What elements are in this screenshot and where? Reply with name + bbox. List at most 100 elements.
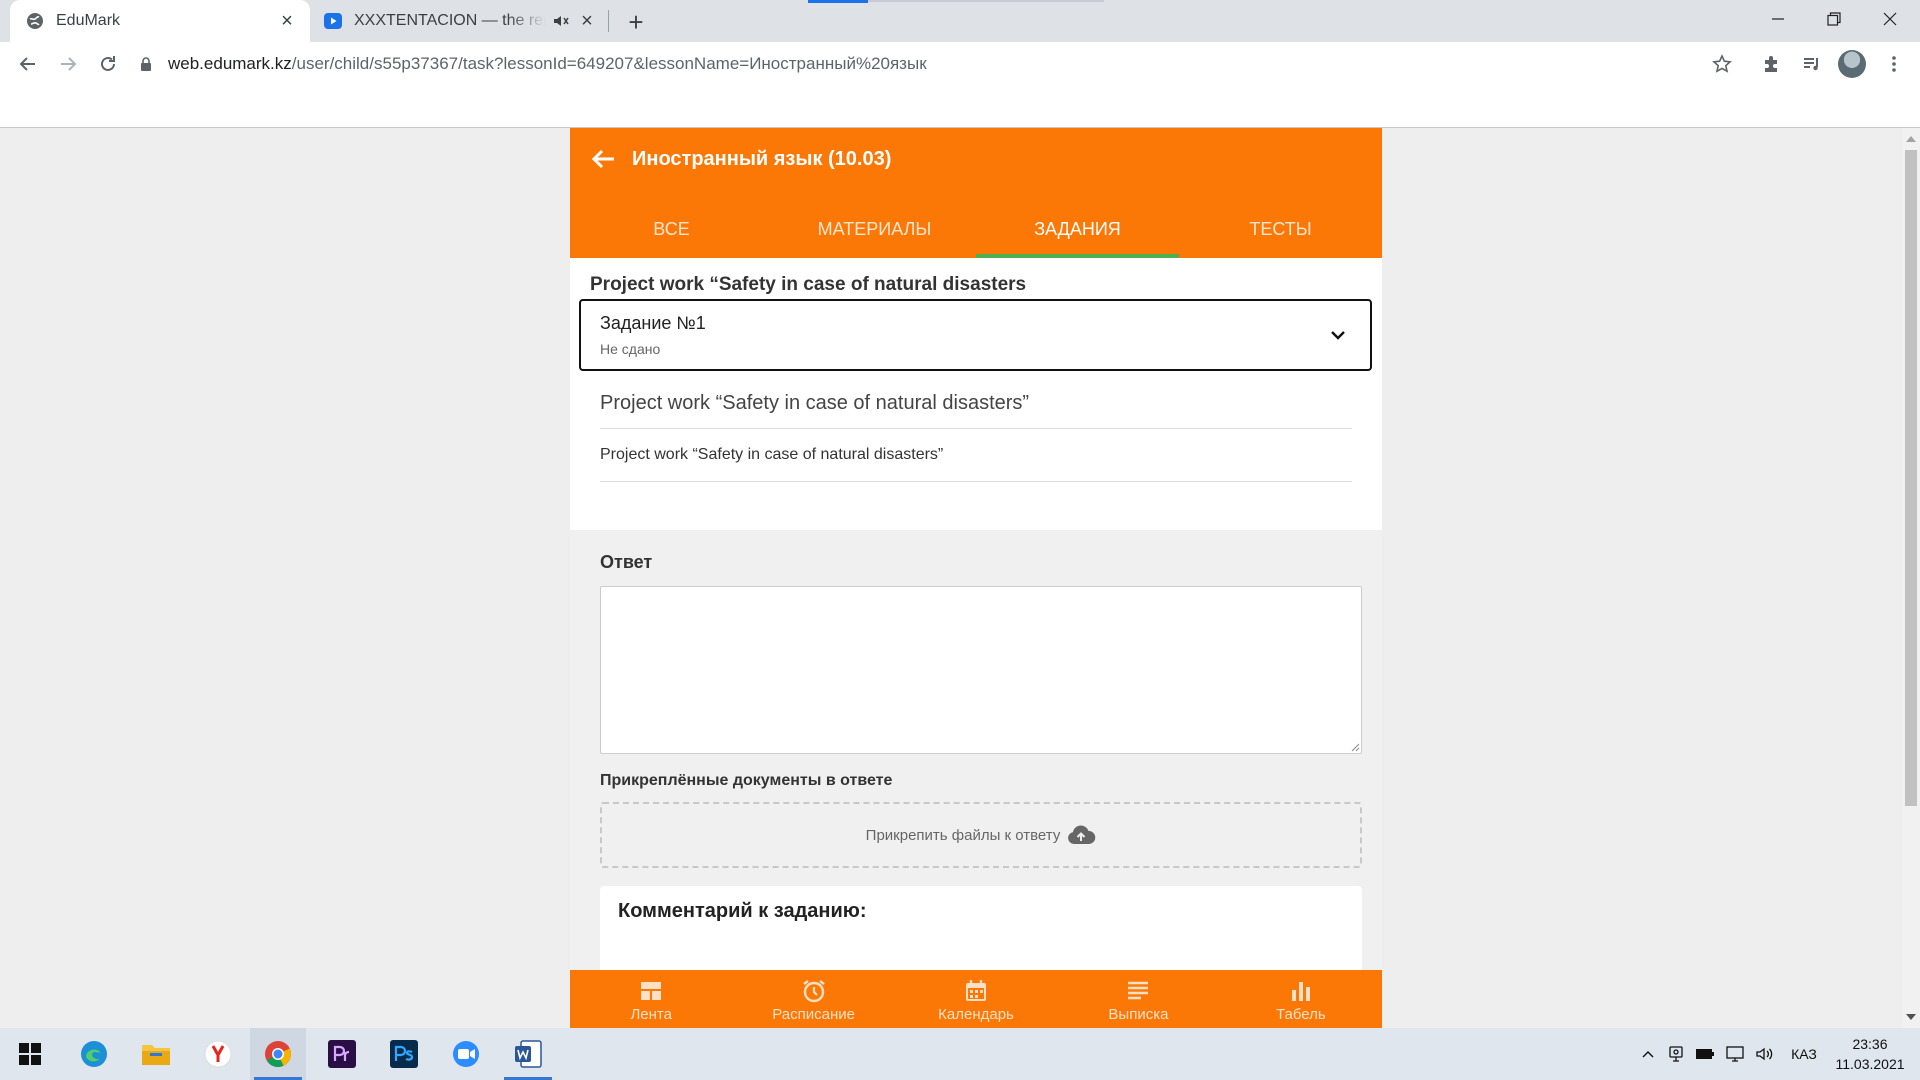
loading-track [868, 0, 1104, 2]
reload-icon [101, 56, 115, 71]
url-text: web.edumark.kz/user/child/s55p37367/task… [168, 54, 927, 74]
lock-icon [141, 57, 151, 71]
profile-avatar[interactable] [1838, 50, 1866, 78]
task-status: Не сдано [600, 341, 661, 357]
tab-all[interactable]: Все [570, 202, 773, 256]
close-window-button[interactable] [1862, 0, 1918, 38]
lesson-title: Иностранный язык (10.03) [632, 148, 892, 170]
restore-icon [1827, 12, 1841, 26]
yandex-icon [204, 1040, 232, 1068]
calendar-icon [966, 980, 987, 1001]
tab-title: XXXTENTACION — the reme [354, 12, 546, 29]
taskbar-clock[interactable]: 23:36 11.03.2021 [1828, 1034, 1912, 1074]
answer-label: Ответ [600, 552, 653, 572]
taskbar-word[interactable] [500, 1028, 556, 1080]
attach-files-label: Прикрепить файлы к ответу [865, 826, 1061, 844]
media-control-button[interactable] [1798, 50, 1826, 78]
address-bar[interactable]: web.edumark.kz/user/child/s55p37367/task… [140, 48, 1700, 80]
resize-grip-icon[interactable] [1350, 742, 1360, 752]
scroll-down-arrow-icon[interactable] [1906, 1014, 1916, 1020]
chevron-down-icon [1331, 331, 1345, 340]
tab-tests[interactable]: Тесты [1179, 202, 1382, 256]
bar-chart-icon [1291, 982, 1310, 1001]
tab-materials[interactable]: Материалы [773, 202, 976, 256]
edumark-app: Иностранный язык (10.03) Все Материалы З… [570, 128, 1382, 1028]
taskbar-photoshop[interactable] [376, 1028, 432, 1080]
cloud-upload-icon [1068, 825, 1096, 844]
more-vertical-icon [1892, 56, 1896, 72]
nav-schedule[interactable]: Расписание [732, 970, 894, 1028]
photoshop-icon [390, 1040, 418, 1068]
minimize-button[interactable] [1750, 0, 1806, 38]
chevron-up-icon [1642, 1051, 1654, 1058]
nav-report-card[interactable]: Табель [1220, 970, 1382, 1028]
windows-logo-icon [19, 1043, 41, 1065]
taskbar-edge[interactable] [66, 1028, 122, 1080]
nav-calendar-label: Календарь [938, 1006, 1014, 1023]
task-description-text: Project work “Safety in case of natural … [600, 446, 1352, 482]
browser-toolbar: web.edumark.kz/user/child/s55p37367/task… [0, 42, 1920, 86]
tab-title: EduMark [56, 12, 121, 29]
list-icon [1128, 981, 1149, 1000]
bookmark-star-button[interactable] [1708, 50, 1736, 78]
browser-tab-strip: EduMark × XXXTENTACION — the reme × + [0, 0, 1920, 42]
tray-network[interactable] [1722, 1028, 1748, 1080]
nav-statement-label: Выписка [1108, 1006, 1169, 1023]
answer-textarea[interactable] [600, 586, 1362, 754]
windows-taskbar: КАЗ 23:36 11.03.2021 [0, 1028, 1920, 1080]
url-host: web.edumark.kz [168, 54, 292, 73]
arrow-back-icon[interactable] [588, 144, 618, 174]
browser-menu-button[interactable] [1880, 50, 1908, 78]
tray-meet-now[interactable] [1664, 1028, 1688, 1080]
tray-language[interactable]: КАЗ [1784, 1028, 1824, 1080]
nav-feed-label: Лента [630, 1006, 672, 1023]
clock-time: 23:36 [1852, 1036, 1888, 1052]
taskbar-chrome[interactable] [250, 1028, 306, 1080]
tab-assignments[interactable]: Задания [976, 202, 1179, 258]
attach-files-dropzone[interactable]: Прикрепить файлы к ответу [600, 802, 1362, 868]
page-scrollbar[interactable] [1902, 128, 1920, 1028]
puzzle-icon [1765, 56, 1777, 72]
tab-separator [608, 10, 609, 32]
extensions-button[interactable] [1758, 50, 1786, 78]
alarm-clock-icon [802, 980, 825, 1003]
back-button[interactable] [14, 50, 42, 78]
start-button[interactable] [2, 1028, 58, 1080]
arrow-left-icon [19, 57, 35, 71]
browser-tab-edumark[interactable]: EduMark × [10, 0, 310, 42]
mute-tab-icon[interactable] [552, 12, 570, 30]
new-tab-button[interactable]: + [622, 7, 650, 37]
nav-statement[interactable]: Выписка [1057, 970, 1219, 1028]
webcam-icon [1669, 1046, 1683, 1062]
taskbar-file-explorer[interactable] [128, 1028, 184, 1080]
comment-title: Комментарий к заданию: [618, 900, 867, 922]
scroll-up-arrow-icon[interactable] [1906, 136, 1916, 142]
tray-volume[interactable] [1752, 1028, 1778, 1080]
browser-tab-youtube[interactable]: XXXTENTACION — the reme × [318, 0, 608, 42]
taskbar-zoom[interactable] [438, 1028, 494, 1080]
taskbar-yandex-browser[interactable] [190, 1028, 246, 1080]
arrow-right-icon [61, 57, 77, 71]
reload-button[interactable] [94, 50, 122, 78]
star-icon [1712, 54, 1732, 73]
restore-button[interactable] [1806, 0, 1862, 38]
edge-icon [81, 1041, 107, 1067]
lesson-tabs: Все Материалы Задания Тесты [570, 202, 1382, 258]
attached-documents-label: Прикреплённые документы в ответе [600, 772, 893, 789]
close-tab-icon[interactable]: × [578, 10, 596, 32]
playlist-icon [1804, 58, 1818, 71]
forward-button[interactable] [54, 50, 82, 78]
tray-show-hidden-button[interactable] [1636, 1028, 1660, 1080]
zoom-icon [453, 1041, 479, 1067]
youtube-icon [324, 13, 342, 29]
task-heading: Project work “Safety in case of natural … [590, 274, 1027, 295]
task-description-title: Project work “Safety in case of natural … [600, 392, 1352, 429]
scrollbar-thumb[interactable] [1905, 150, 1917, 806]
task-selector-dropdown[interactable]: Задание №1 Не сдано [579, 299, 1372, 371]
task-name: Задание №1 [600, 313, 706, 333]
tray-battery[interactable] [1692, 1028, 1718, 1080]
close-tab-icon[interactable]: × [278, 10, 296, 32]
taskbar-premiere-pro[interactable] [314, 1028, 370, 1080]
nav-calendar[interactable]: Календарь [895, 970, 1057, 1028]
nav-feed[interactable]: Лента [570, 970, 732, 1028]
